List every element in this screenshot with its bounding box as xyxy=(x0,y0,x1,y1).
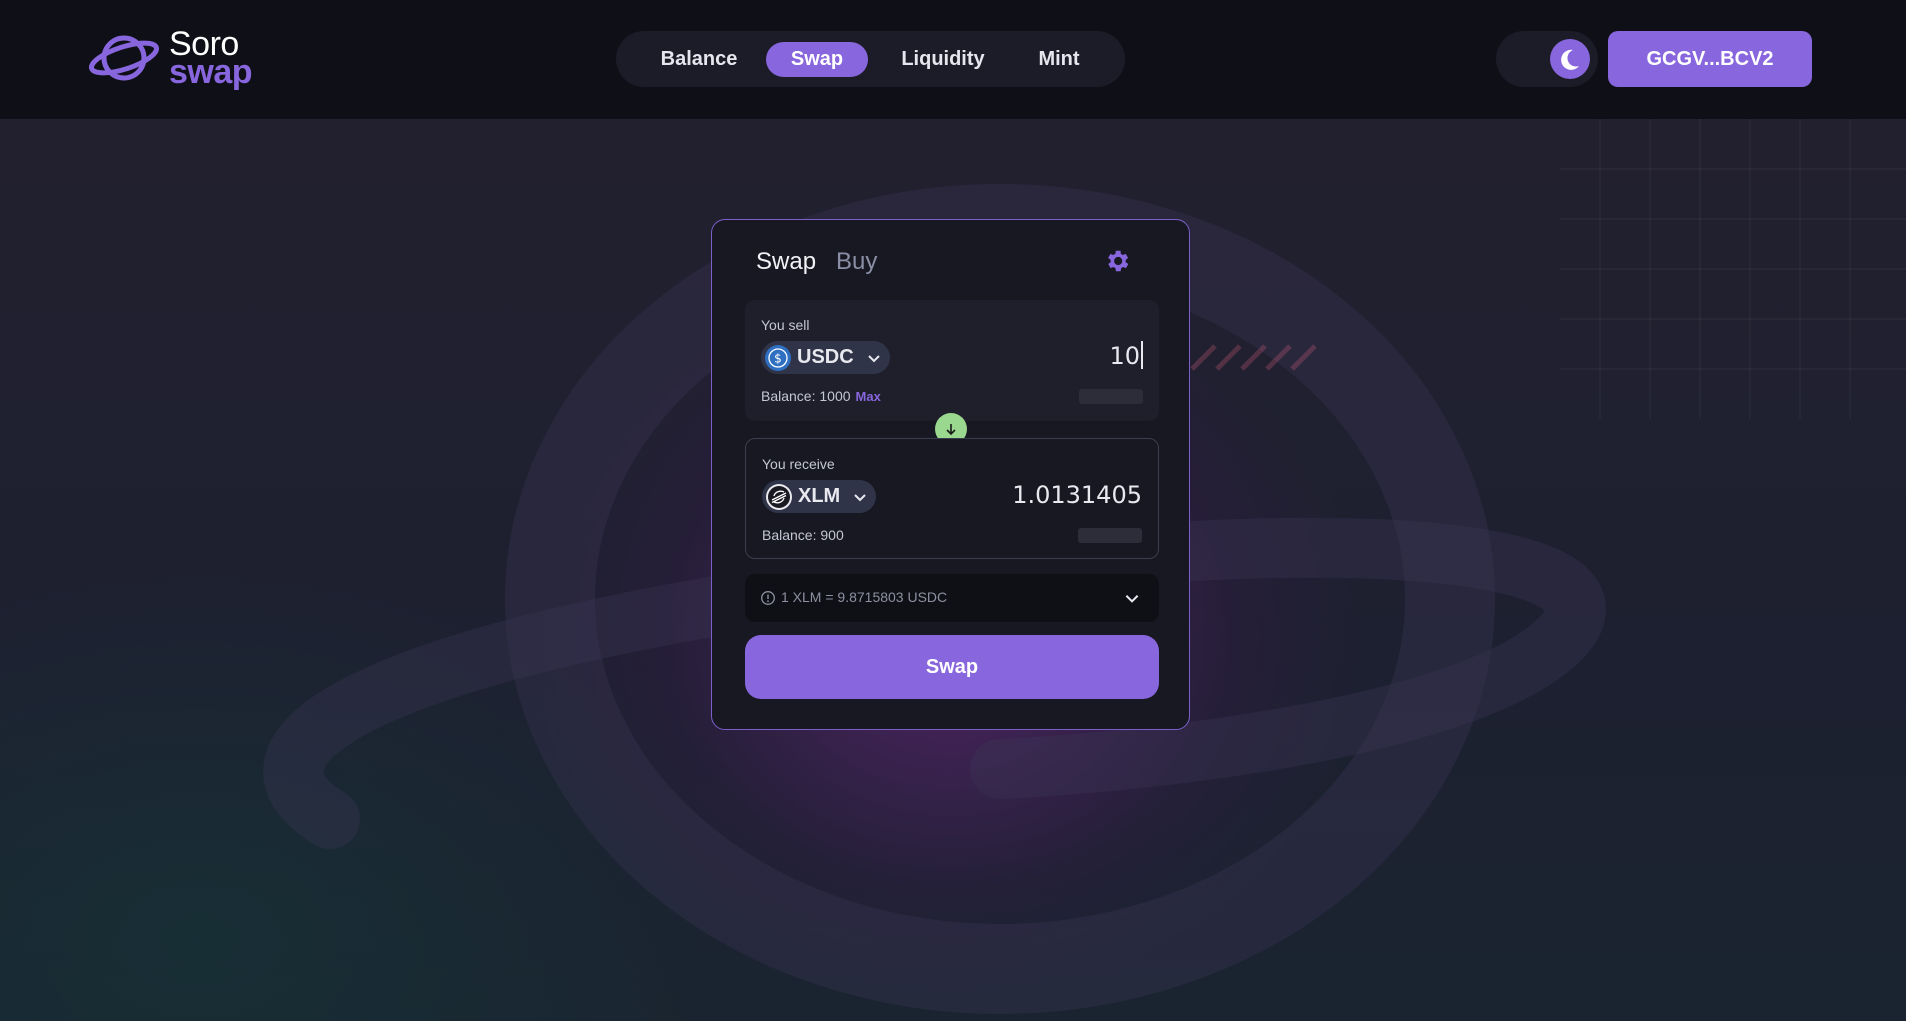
arrow-down-icon xyxy=(946,424,956,436)
sell-token-select[interactable]: $ USDC xyxy=(761,341,890,374)
stellar-icon xyxy=(766,483,792,510)
nav-balance[interactable]: Balance xyxy=(642,42,756,77)
planet-logo-icon xyxy=(88,35,160,81)
gear-icon[interactable] xyxy=(1103,247,1131,275)
swap-card: Swap Buy You sell $ USDC 10 Balance: 100… xyxy=(711,219,1190,730)
receive-balance-text: Balance: 900 xyxy=(762,527,844,543)
soroswap-logo[interactable]: Soro swap xyxy=(88,26,258,90)
chevron-down-icon xyxy=(867,354,880,362)
tab-buy[interactable]: Buy xyxy=(836,248,877,276)
nav-liquidity[interactable]: Liquidity xyxy=(878,42,1008,77)
swap-submit-button[interactable]: Swap xyxy=(745,635,1159,699)
max-button[interactable]: Max xyxy=(856,389,881,404)
receive-label: You receive xyxy=(762,456,835,472)
moon-icon[interactable] xyxy=(1550,39,1590,79)
nav-mint[interactable]: Mint xyxy=(1018,42,1100,77)
receive-usd-value-placeholder xyxy=(1078,528,1142,543)
main-nav: Balance Swap Liquidity Mint xyxy=(616,31,1125,87)
sell-label: You sell xyxy=(761,317,810,333)
svg-text:$: $ xyxy=(774,351,782,365)
exchange-rate-text: 1 XLM = 9.8715803 USDC xyxy=(781,589,948,605)
receive-token-select[interactable]: XLM xyxy=(762,480,877,513)
text-caret xyxy=(1141,341,1143,369)
info-icon xyxy=(761,591,775,605)
sell-panel: You sell $ USDC 10 Balance: 1000 Max xyxy=(745,300,1159,421)
chevron-down-icon xyxy=(1125,595,1139,603)
chevron-down-icon xyxy=(854,493,866,501)
sell-usd-value-placeholder xyxy=(1079,389,1143,404)
wallet-address-button[interactable]: GCGV...BCV2 xyxy=(1608,31,1812,87)
receive-token-symbol: XLM xyxy=(798,485,841,507)
sell-balance-text: Balance: 1000 xyxy=(761,388,851,404)
receive-amount-value[interactable]: 1.0131405 xyxy=(1012,481,1142,509)
usdc-icon: $ xyxy=(765,344,791,371)
receive-panel: You receive XLM 1.0131405 Balance: 900 xyxy=(745,438,1159,559)
sell-token-symbol: USDC xyxy=(797,346,854,368)
sell-amount-input[interactable]: 10 xyxy=(1109,341,1143,371)
rate-details-toggle[interactable]: 1 XLM = 9.8715803 USDC xyxy=(745,574,1159,622)
logo-text-swap: swap xyxy=(169,53,253,91)
sell-amount-value: 10 xyxy=(1109,342,1140,370)
nav-swap[interactable]: Swap xyxy=(766,42,868,77)
top-header: Soro swap Balance Swap Liquidity Mint GC… xyxy=(0,0,1906,119)
sell-balance: Balance: 1000 Max xyxy=(761,388,881,404)
tab-swap[interactable]: Swap xyxy=(756,248,816,276)
